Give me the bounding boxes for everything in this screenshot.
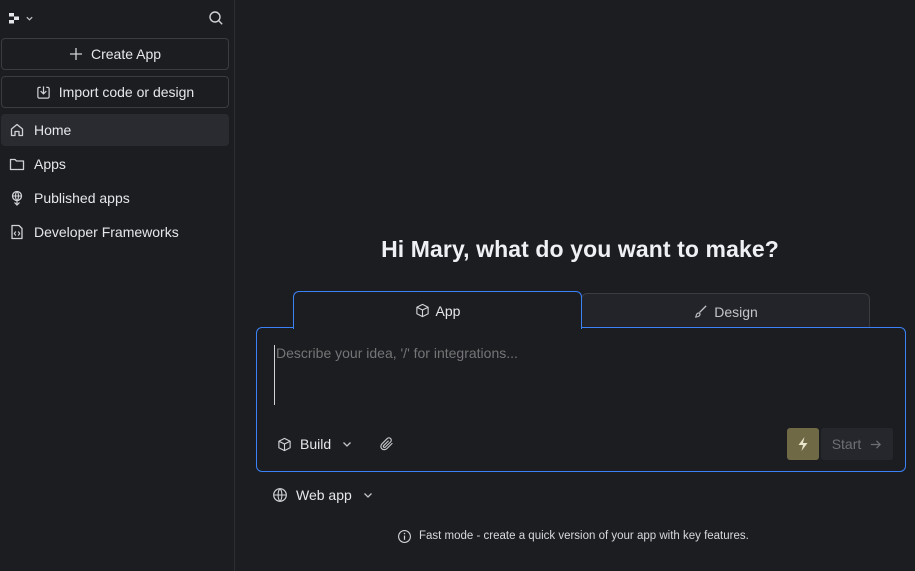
cube-icon	[415, 303, 429, 318]
chevron-down-icon	[363, 493, 372, 498]
tab-app[interactable]: App	[293, 291, 582, 329]
tab-app-label: App	[435, 302, 461, 319]
search-icon	[209, 11, 223, 25]
lightning-icon	[798, 437, 808, 451]
folder-icon	[9, 158, 25, 171]
import-icon	[37, 85, 50, 99]
sidebar-item-label: Published apps	[34, 190, 130, 206]
import-label: Import code or design	[58, 84, 195, 100]
sidebar-item-label: Apps	[34, 156, 66, 172]
info-icon	[398, 529, 411, 543]
main-panel: Hi Mary, what do you want to make? App D…	[235, 0, 915, 571]
plus-icon	[69, 48, 82, 60]
sidebar-item-label: Developer Frameworks	[34, 224, 179, 240]
published-icon	[11, 190, 23, 206]
sidebar-header	[0, 0, 234, 36]
sidebar-item-apps[interactable]: Apps	[1, 148, 229, 180]
sidebar: Create App Import code or design Home Ap…	[0, 0, 235, 571]
globe-icon	[273, 488, 287, 503]
app-type-label: Web app	[296, 487, 352, 503]
chevron-down-icon	[26, 16, 33, 21]
workspace-menu[interactable]	[8, 10, 38, 26]
tab-design-label: Design	[714, 303, 758, 320]
sidebar-item-home[interactable]: Home	[1, 114, 229, 146]
tab-joint	[294, 326, 581, 329]
tab-design[interactable]: Design	[581, 293, 870, 329]
sidebar-item-developer-frameworks[interactable]: Developer Frameworks	[1, 216, 229, 248]
brush-icon	[695, 305, 707, 318]
start-label: Start	[831, 436, 862, 452]
app-type-dropdown[interactable]: Web app	[272, 485, 374, 505]
fast-mode-info-text: Fast mode - create a quick version of yo…	[419, 530, 749, 542]
prompt-box: Build Start	[256, 327, 906, 472]
import-button[interactable]: Import code or design	[1, 76, 229, 108]
chevron-down-icon	[343, 442, 352, 447]
build-label: Build	[300, 436, 332, 452]
sidebar-item-published-apps[interactable]: Published apps	[1, 182, 229, 214]
logo-icon	[9, 12, 19, 23]
create-app-label: Create App	[90, 46, 162, 62]
cube-icon	[278, 437, 291, 451]
start-button[interactable]: Start	[821, 428, 893, 460]
home-icon	[10, 123, 24, 137]
fast-mode-info: Fast mode - create a quick version of yo…	[397, 527, 749, 545]
build-mode-dropdown[interactable]: Build	[277, 434, 353, 454]
page-title: Hi Mary, what do you want to make?	[381, 236, 779, 262]
prompt-input[interactable]	[274, 345, 874, 405]
code-file-icon	[11, 224, 23, 240]
search-button[interactable]	[208, 10, 224, 26]
paperclip-icon	[380, 437, 393, 451]
create-app-button[interactable]: Create App	[1, 38, 229, 70]
sidebar-item-label: Home	[34, 122, 72, 138]
arrow-right-icon	[871, 439, 882, 449]
fast-mode-button[interactable]	[787, 428, 819, 460]
attach-button[interactable]	[379, 436, 395, 452]
